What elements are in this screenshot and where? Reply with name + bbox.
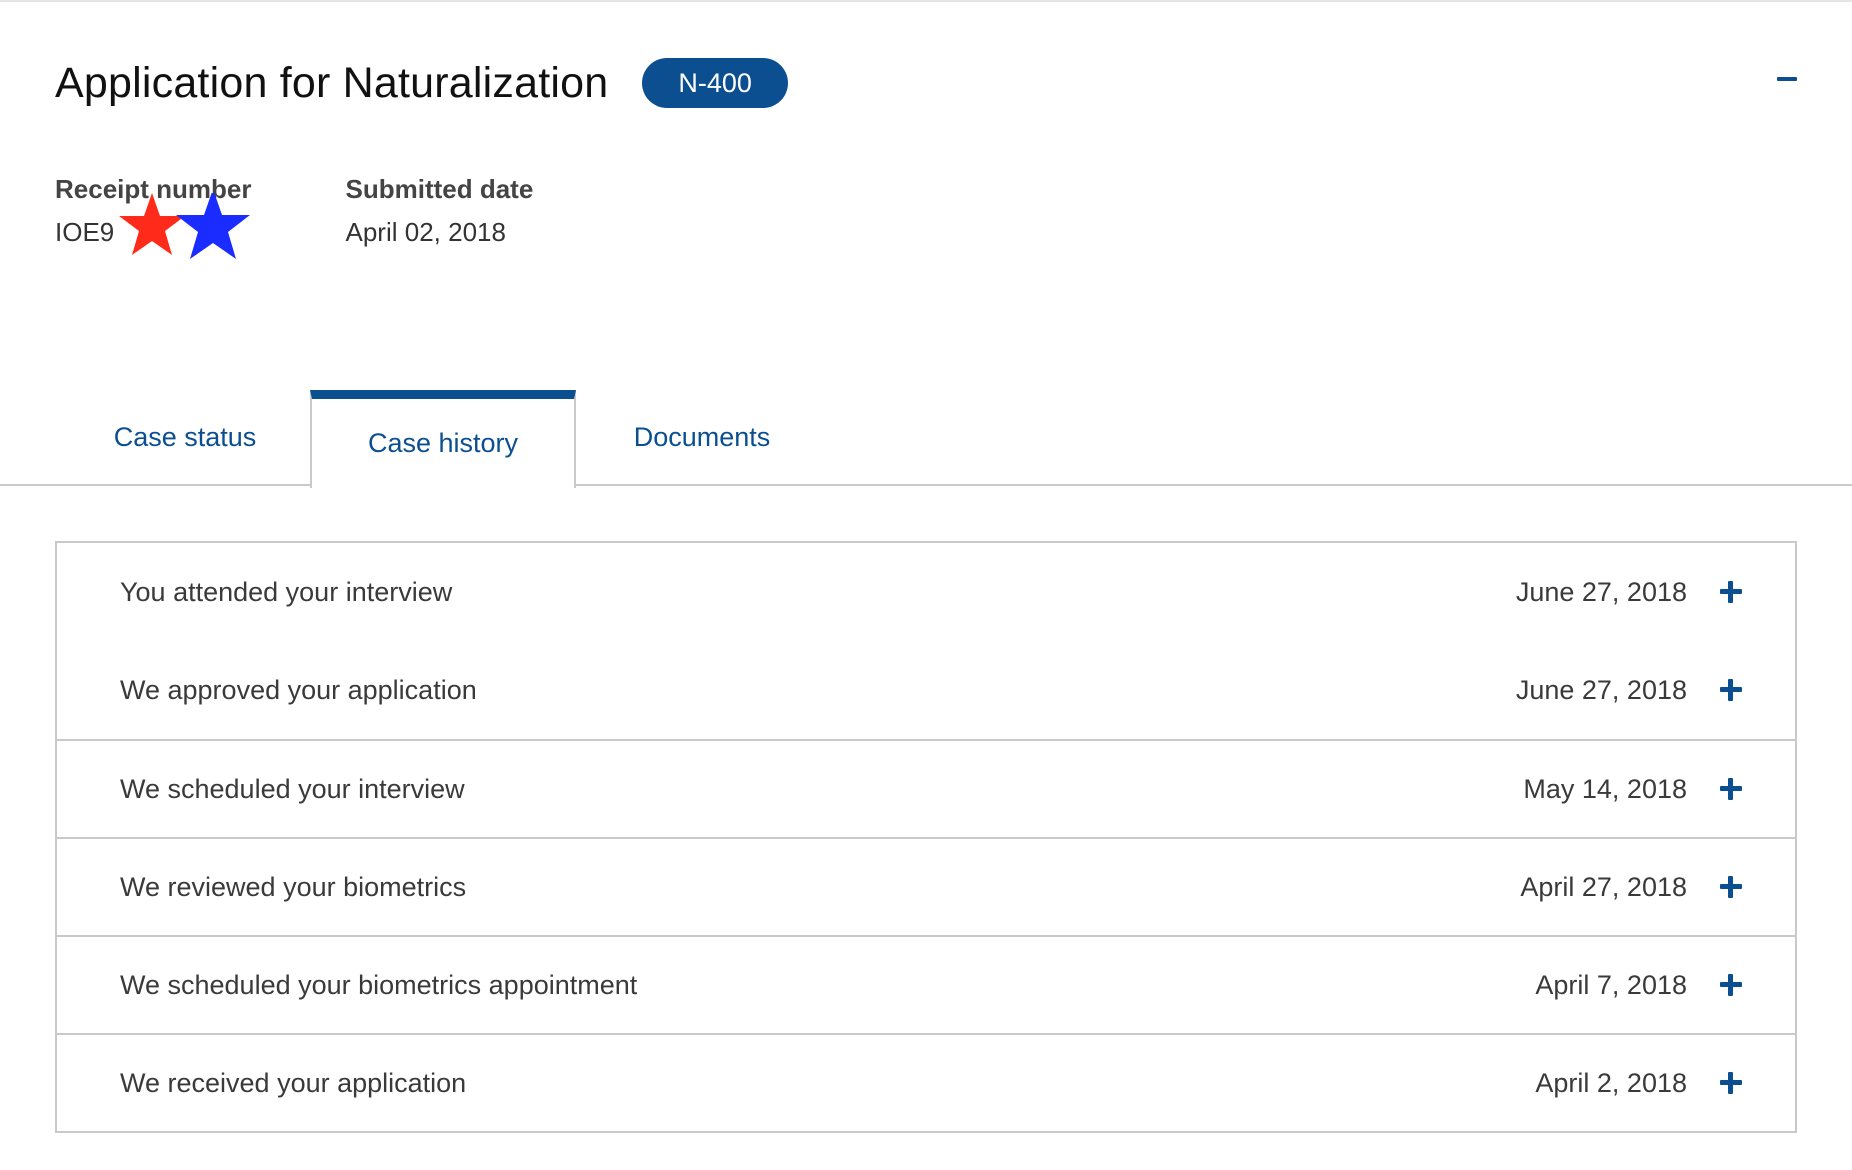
redaction-stars xyxy=(119,193,250,259)
history-event-date: April 7, 2018 xyxy=(1535,969,1687,1000)
history-row-attended-interview[interactable]: You attended your interview June 27, 201… xyxy=(57,543,1795,641)
plus-icon[interactable] xyxy=(1719,973,1743,997)
case-history-list: You attended your interview June 27, 201… xyxy=(55,541,1797,1133)
plus-icon[interactable] xyxy=(1719,1071,1743,1095)
history-event-label: We scheduled your interview xyxy=(120,773,465,804)
tab-documents[interactable]: Documents xyxy=(576,388,828,486)
case-meta: Receipt number IOE9 Submitted date April… xyxy=(55,174,627,259)
history-event-label: We approved your application xyxy=(120,674,477,705)
receipt-number-value: IOE9 xyxy=(55,193,252,259)
history-event-label: You attended your interview xyxy=(120,576,453,607)
page-title: Application for Naturalization xyxy=(55,58,609,107)
receipt-number-text: IOE9 xyxy=(55,217,115,247)
red-star-icon xyxy=(119,193,185,255)
history-row-approved-application[interactable]: We approved your application June 27, 20… xyxy=(57,641,1795,739)
history-event-date: April 27, 2018 xyxy=(1520,871,1687,902)
plus-icon[interactable] xyxy=(1719,875,1743,899)
plus-icon[interactable] xyxy=(1719,777,1743,801)
submitted-date-value: April 02, 2018 xyxy=(345,217,506,247)
submitted-date-block: Submitted date April 02, 2018 xyxy=(346,174,534,248)
collapse-button[interactable] xyxy=(1775,62,1801,88)
plus-icon[interactable] xyxy=(1719,678,1743,702)
history-row-reviewed-biometrics[interactable]: We reviewed your biometrics April 27, 20… xyxy=(57,837,1795,935)
tab-case-history[interactable]: Case history xyxy=(310,390,576,488)
case-card: Application for Naturalization N-400 Rec… xyxy=(0,0,1852,1170)
plus-icon[interactable] xyxy=(1719,580,1743,604)
receipt-number-block: Receipt number IOE9 xyxy=(55,174,252,259)
history-event-label: We received your application xyxy=(120,1067,467,1098)
history-event-label: We scheduled your biometrics appointment xyxy=(120,969,638,1000)
title-row: Application for Naturalization N-400 xyxy=(55,58,788,108)
history-row-scheduled-biometrics[interactable]: We scheduled your biometrics appointment… xyxy=(57,935,1795,1033)
minus-icon xyxy=(1777,77,1797,81)
history-row-received-application[interactable]: We received your application April 2, 20… xyxy=(57,1033,1795,1131)
form-type-badge: N-400 xyxy=(642,58,788,108)
history-event-date: June 27, 2018 xyxy=(1515,576,1687,607)
blue-star-icon xyxy=(176,193,250,259)
submitted-date-label: Submitted date xyxy=(345,174,534,204)
tab-case-status[interactable]: Case status xyxy=(60,388,310,486)
history-event-date: June 27, 2018 xyxy=(1515,674,1687,705)
history-event-label: We reviewed your biometrics xyxy=(120,871,467,902)
history-event-date: May 14, 2018 xyxy=(1523,773,1687,804)
history-event-date: April 2, 2018 xyxy=(1535,1067,1687,1098)
case-tabs: Case status Case history Documents xyxy=(0,388,1852,488)
history-row-scheduled-interview[interactable]: We scheduled your interview May 14, 2018 xyxy=(57,739,1795,837)
